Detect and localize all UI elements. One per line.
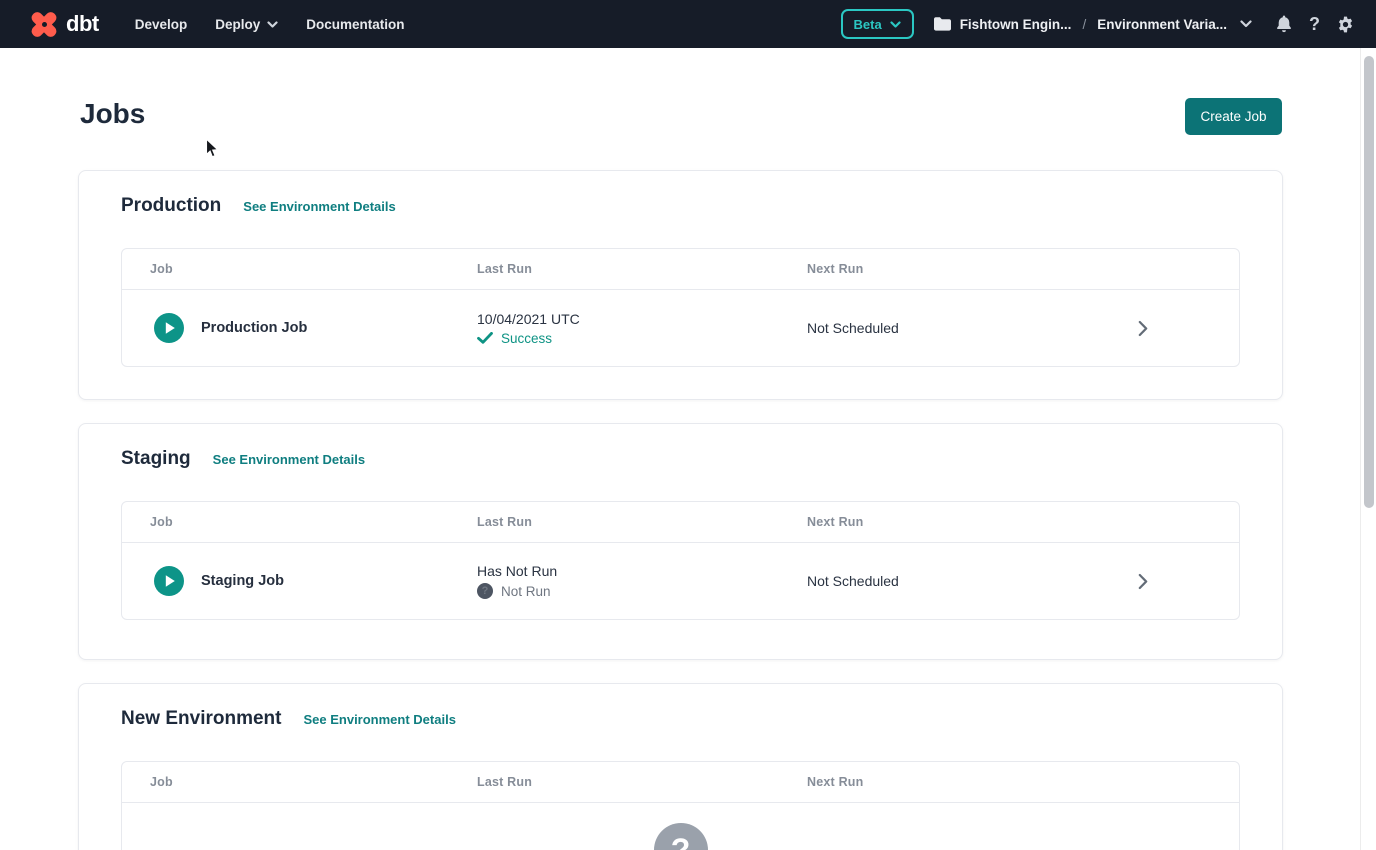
main-nav: Develop Deploy Documentation — [135, 17, 405, 32]
column-header-job: Job — [122, 775, 477, 789]
last-run-status: ? Not Run — [477, 583, 807, 599]
last-run-date: Has Not Run — [477, 563, 807, 579]
job-row-production[interactable]: Production Job 10/04/2021 UTC Success No… — [122, 290, 1239, 366]
column-header-last-run: Last Run — [477, 262, 807, 276]
dbt-logo-icon — [30, 10, 58, 38]
last-run-cell: Has Not Run ? Not Run — [477, 563, 807, 599]
last-run-date: 10/04/2021 UTC — [477, 311, 807, 327]
next-run-cell: Not Scheduled — [807, 573, 1047, 589]
nav-item-develop[interactable]: Develop — [135, 17, 188, 32]
notifications-bell-icon[interactable] — [1276, 15, 1292, 33]
dbt-logo[interactable]: dbt — [30, 10, 99, 38]
chevron-down-icon — [890, 21, 901, 28]
column-header-next-run: Next Run — [807, 262, 1047, 276]
beta-label: Beta — [854, 17, 882, 32]
environment-card-staging: Staging See Environment Details Job Last… — [78, 423, 1283, 660]
breadcrumb-current[interactable]: Environment Varia... — [1097, 17, 1227, 32]
status-label: Not Run — [501, 584, 551, 599]
environment-card-production: Production See Environment Details Job L… — [78, 170, 1283, 400]
scrollbar-thumb[interactable] — [1364, 56, 1374, 508]
navbar-right: Beta Fishtown Engin... / Environment Var… — [841, 9, 1355, 39]
run-job-play-button[interactable] — [154, 566, 184, 596]
environment-name: Production — [121, 195, 221, 217]
last-run-status: Success — [477, 331, 807, 346]
jobs-table-header: Job Last Run Next Run — [122, 249, 1239, 290]
jobs-table: Job Last Run Next Run ? — [121, 761, 1240, 850]
vertical-scrollbar[interactable] — [1360, 48, 1376, 850]
see-environment-details-link[interactable]: See Environment Details — [243, 199, 395, 214]
run-job-play-button[interactable] — [154, 313, 184, 343]
help-icon[interactable]: ? — [1309, 14, 1320, 35]
environment-card-new-environment: New Environment See Environment Details … — [78, 683, 1283, 850]
column-header-job: Job — [122, 262, 477, 276]
beta-dropdown[interactable]: Beta — [841, 9, 914, 39]
environment-card-header: Staging See Environment Details — [121, 448, 1240, 470]
chevron-down-icon[interactable] — [1240, 20, 1252, 28]
empty-state: ? — [122, 803, 1239, 850]
job-cell: Staging Job — [122, 566, 477, 596]
environment-name: New Environment — [121, 708, 281, 730]
column-header-next-run: Next Run — [807, 515, 1047, 529]
jobs-table-header: Job Last Run Next Run — [122, 502, 1239, 543]
nav-item-deploy-label: Deploy — [215, 17, 260, 32]
chevron-down-icon — [267, 21, 278, 28]
column-header-last-run: Last Run — [477, 775, 807, 789]
environment-card-header: New Environment See Environment Details — [121, 708, 1240, 730]
page-title: Jobs — [80, 98, 145, 130]
nav-item-documentation[interactable]: Documentation — [306, 17, 404, 32]
nav-item-documentation-label: Documentation — [306, 17, 404, 32]
see-environment-details-link[interactable]: See Environment Details — [303, 712, 455, 727]
success-check-icon — [477, 332, 493, 344]
navbar-icon-group: ? — [1276, 14, 1354, 35]
status-label: Success — [501, 331, 552, 346]
mouse-cursor — [205, 138, 220, 164]
navbar-left: dbt Develop Deploy Documentation — [30, 10, 405, 38]
breadcrumb-separator: / — [1080, 17, 1088, 32]
environment-card-header: Production See Environment Details — [121, 195, 1240, 217]
breadcrumb: Fishtown Engin... / Environment Varia... — [934, 17, 1252, 32]
see-environment-details-link[interactable]: See Environment Details — [213, 452, 365, 467]
dbt-logo-text: dbt — [66, 11, 99, 37]
nav-item-deploy[interactable]: Deploy — [215, 17, 278, 32]
last-run-cell: 10/04/2021 UTC Success — [477, 311, 807, 346]
column-header-last-run: Last Run — [477, 515, 807, 529]
nav-item-develop-label: Develop — [135, 17, 188, 32]
job-cell: Production Job — [122, 313, 477, 343]
row-chevron-right-icon[interactable] — [1047, 573, 1239, 590]
environment-name: Staging — [121, 448, 191, 470]
job-name: Staging Job — [201, 573, 284, 589]
jobs-table: Job Last Run Next Run Staging Job Has No… — [121, 501, 1240, 620]
settings-gear-icon[interactable] — [1337, 16, 1354, 33]
create-job-button[interactable]: Create Job — [1185, 98, 1282, 135]
job-row-staging[interactable]: Staging Job Has Not Run ? Not Run Not Sc… — [122, 543, 1239, 619]
row-chevron-right-icon[interactable] — [1047, 320, 1239, 337]
question-circle-icon: ? — [477, 583, 493, 599]
next-run-cell: Not Scheduled — [807, 320, 1047, 336]
top-navbar: dbt Develop Deploy Documentation Beta — [0, 0, 1376, 48]
app-window: dbt Develop Deploy Documentation Beta — [0, 0, 1376, 850]
question-mark-icon: ? — [654, 823, 708, 850]
job-name: Production Job — [201, 320, 307, 336]
column-header-next-run: Next Run — [807, 775, 1047, 789]
folder-icon — [934, 17, 951, 31]
jobs-table-header: Job Last Run Next Run — [122, 762, 1239, 803]
column-header-job: Job — [122, 515, 477, 529]
jobs-table: Job Last Run Next Run Production Job 10/… — [121, 248, 1240, 367]
breadcrumb-project[interactable]: Fishtown Engin... — [960, 17, 1072, 32]
